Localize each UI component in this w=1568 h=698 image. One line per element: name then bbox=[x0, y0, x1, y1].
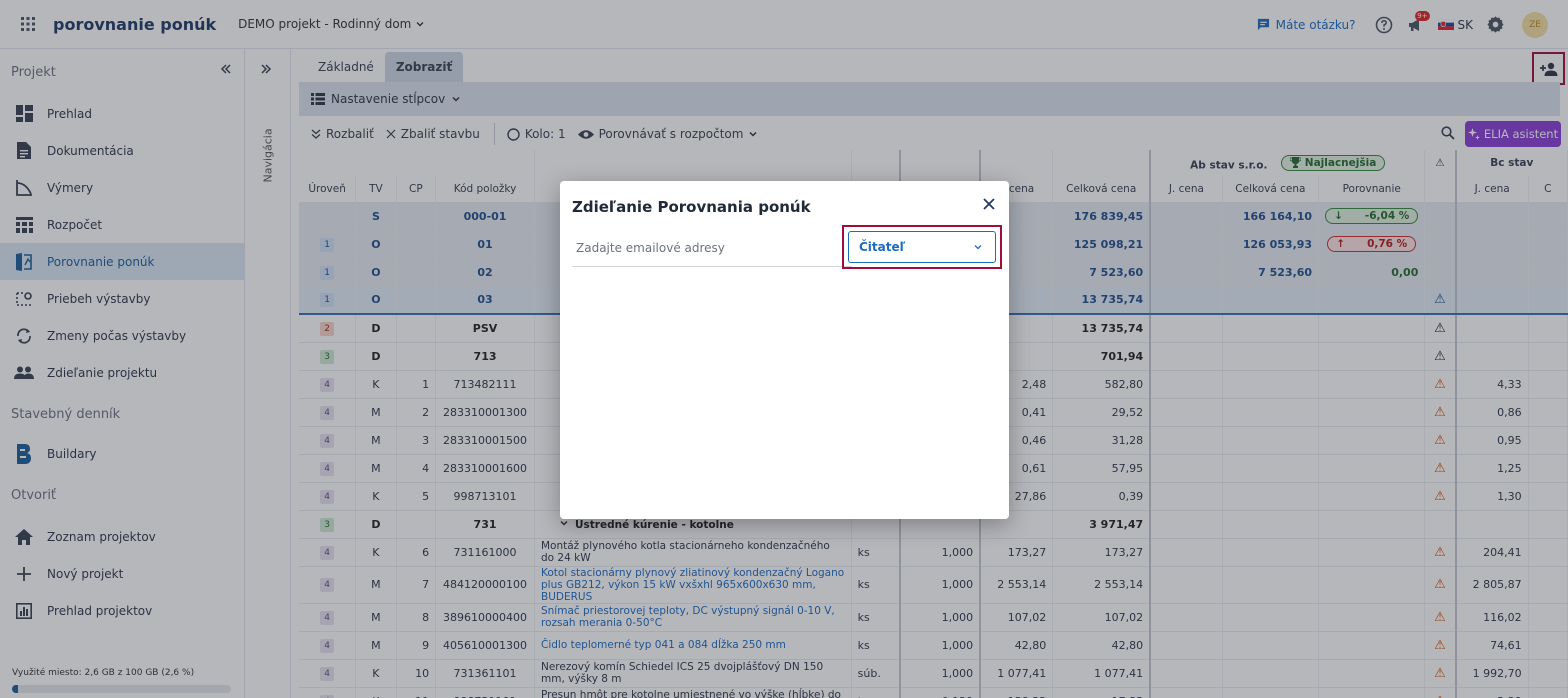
role-select-value: Čitateľ bbox=[859, 240, 906, 254]
role-select-highlight: Čitateľ bbox=[842, 225, 1002, 269]
share-comparison-dialog: Zdieľanie Porovnania ponúk Zadajte email… bbox=[560, 181, 1009, 519]
dialog-title: Zdieľanie Porovnania ponúk bbox=[572, 198, 811, 216]
role-select[interactable]: Čitateľ bbox=[848, 231, 996, 263]
email-input[interactable]: Zadajte emailové adresy bbox=[572, 229, 852, 267]
close-icon[interactable] bbox=[983, 198, 995, 210]
chevron-down-icon bbox=[973, 242, 983, 252]
